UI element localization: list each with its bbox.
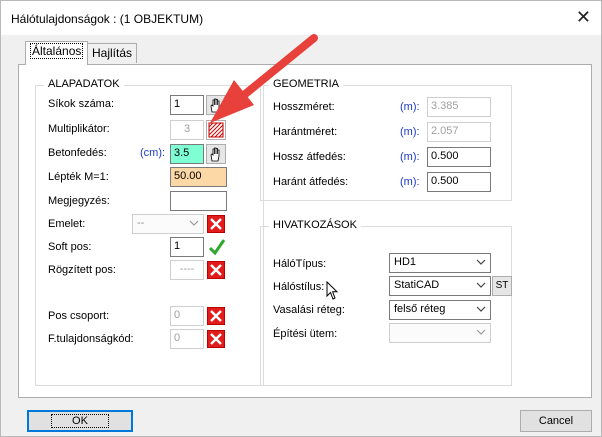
rogzitett-pos-input[interactable]: ----	[170, 260, 204, 280]
close-icon[interactable]: ✕	[576, 7, 591, 27]
ok-button[interactable]: OK	[27, 410, 133, 432]
hosszmeret-input[interactable]: 3.385	[427, 97, 491, 117]
green-check-icon	[208, 239, 226, 256]
epitesi-utem-label: Építési ütem:	[273, 328, 338, 340]
halotipus-value: HD1	[394, 256, 417, 268]
halotipus-label: HálóTípus:	[273, 258, 327, 270]
hossz-atfedes-unit: (m):	[400, 151, 420, 163]
hivatkozasok-title: HIVATKOZÁSOK	[269, 219, 361, 231]
ftulajdonsagkod-input[interactable]: 0	[170, 329, 204, 349]
megjegyzes-input[interactable]	[170, 191, 227, 211]
pos-csoport-input[interactable]: 0	[170, 306, 204, 326]
betonfedes-hand-button[interactable]	[206, 144, 226, 164]
harantmeret-unit: (m):	[400, 126, 420, 138]
rogzitett-clear-button[interactable]	[207, 261, 225, 279]
pos-csoport-label: Pos csoport:	[48, 310, 110, 322]
ok-button-label: OK	[51, 414, 109, 428]
tab-hajlitas-label: Hajlítás	[92, 46, 133, 60]
pos-csoport-clear-button[interactable]	[207, 307, 225, 325]
epitesi-utem-select[interactable]	[389, 323, 491, 343]
harant-atfedes-input[interactable]: 0.500	[427, 172, 491, 192]
betonfedes-label: Betonfedés:	[48, 147, 107, 159]
chevron-down-icon	[476, 329, 486, 335]
megjegyzes-label: Megjegyzés:	[48, 195, 110, 207]
alapadatok-title: ALAPADATOK	[44, 78, 124, 90]
emelet-select[interactable]: --	[132, 214, 204, 234]
soft-pos-confirm-button[interactable]	[207, 237, 227, 257]
ftulajdonsagkod-clear-button[interactable]	[207, 330, 225, 348]
harant-atfedes-label: Haránt átfedés:	[273, 176, 349, 188]
title-bar: Hálótulajdonságok : (1 OBJEKTUM) ✕	[1, 1, 601, 35]
lepek-input[interactable]: 50.00	[170, 167, 227, 187]
cancel-button[interactable]: Cancel	[520, 410, 592, 432]
vasalasi-reteg-value: felső réteg	[394, 303, 446, 315]
betonfedes-input[interactable]: 3.5	[170, 144, 204, 164]
halostilus-select[interactable]: StatiCAD	[389, 276, 491, 296]
soft-pos-input[interactable]: 1	[170, 237, 204, 257]
red-x-icon	[210, 333, 222, 345]
hossz-atfedes-input[interactable]: 0.500	[427, 147, 491, 167]
emelet-clear-button[interactable]	[207, 215, 225, 233]
halostilus-value: StatiCAD	[394, 279, 440, 291]
vasalasi-reteg-select[interactable]: felső réteg	[389, 300, 491, 320]
rogzitett-pos-label: Rögzített pos:	[48, 264, 116, 276]
chevron-down-icon	[476, 259, 486, 265]
soft-pos-label: Soft pos:	[48, 241, 92, 253]
red-x-icon	[210, 264, 222, 276]
tab-altalanos[interactable]: Általános	[25, 41, 88, 65]
hosszmeret-unit: (m):	[400, 101, 420, 113]
hossz-atfedes-label: Hossz átfedés:	[273, 151, 346, 163]
cursor-icon	[326, 281, 339, 300]
vasalasi-reteg-label: Vasalási réteg:	[273, 304, 345, 316]
ftulajdonsagkod-label: F.tulajdonságkód:	[48, 333, 134, 345]
arrow-annotation	[210, 34, 318, 123]
tab-hajlitas[interactable]: Hajlítás	[87, 43, 137, 63]
emelet-value: --	[137, 217, 145, 229]
multiplikator-label: Multiplikátor:	[48, 123, 110, 135]
chevron-down-icon	[476, 306, 486, 312]
hand-icon	[210, 147, 220, 162]
sikok-label: Síkok száma:	[48, 98, 115, 110]
tab-altalanos-label: Általános	[30, 43, 84, 59]
lepek-label: Lépték M=1:	[48, 171, 109, 183]
dialog-window: Hálótulajdonságok : (1 OBJEKTUM) ✕ Által…	[0, 0, 602, 437]
betonfedes-unit: (cm):	[140, 147, 166, 159]
halotipus-select[interactable]: HD1	[389, 253, 491, 273]
halostilus-label: Hálóstílus:	[273, 281, 325, 293]
st-button[interactable]: ST	[492, 276, 512, 296]
red-x-icon	[210, 310, 222, 322]
harantmeret-input[interactable]: 2.057	[427, 122, 491, 142]
chevron-down-icon	[476, 282, 486, 288]
emelet-label: Emelet:	[48, 218, 86, 230]
chevron-down-icon	[189, 220, 199, 226]
red-x-icon	[210, 218, 222, 230]
window-title: Hálótulajdonságok : (1 OBJEKTUM)	[11, 12, 204, 26]
harant-atfedes-unit: (m):	[400, 176, 420, 188]
